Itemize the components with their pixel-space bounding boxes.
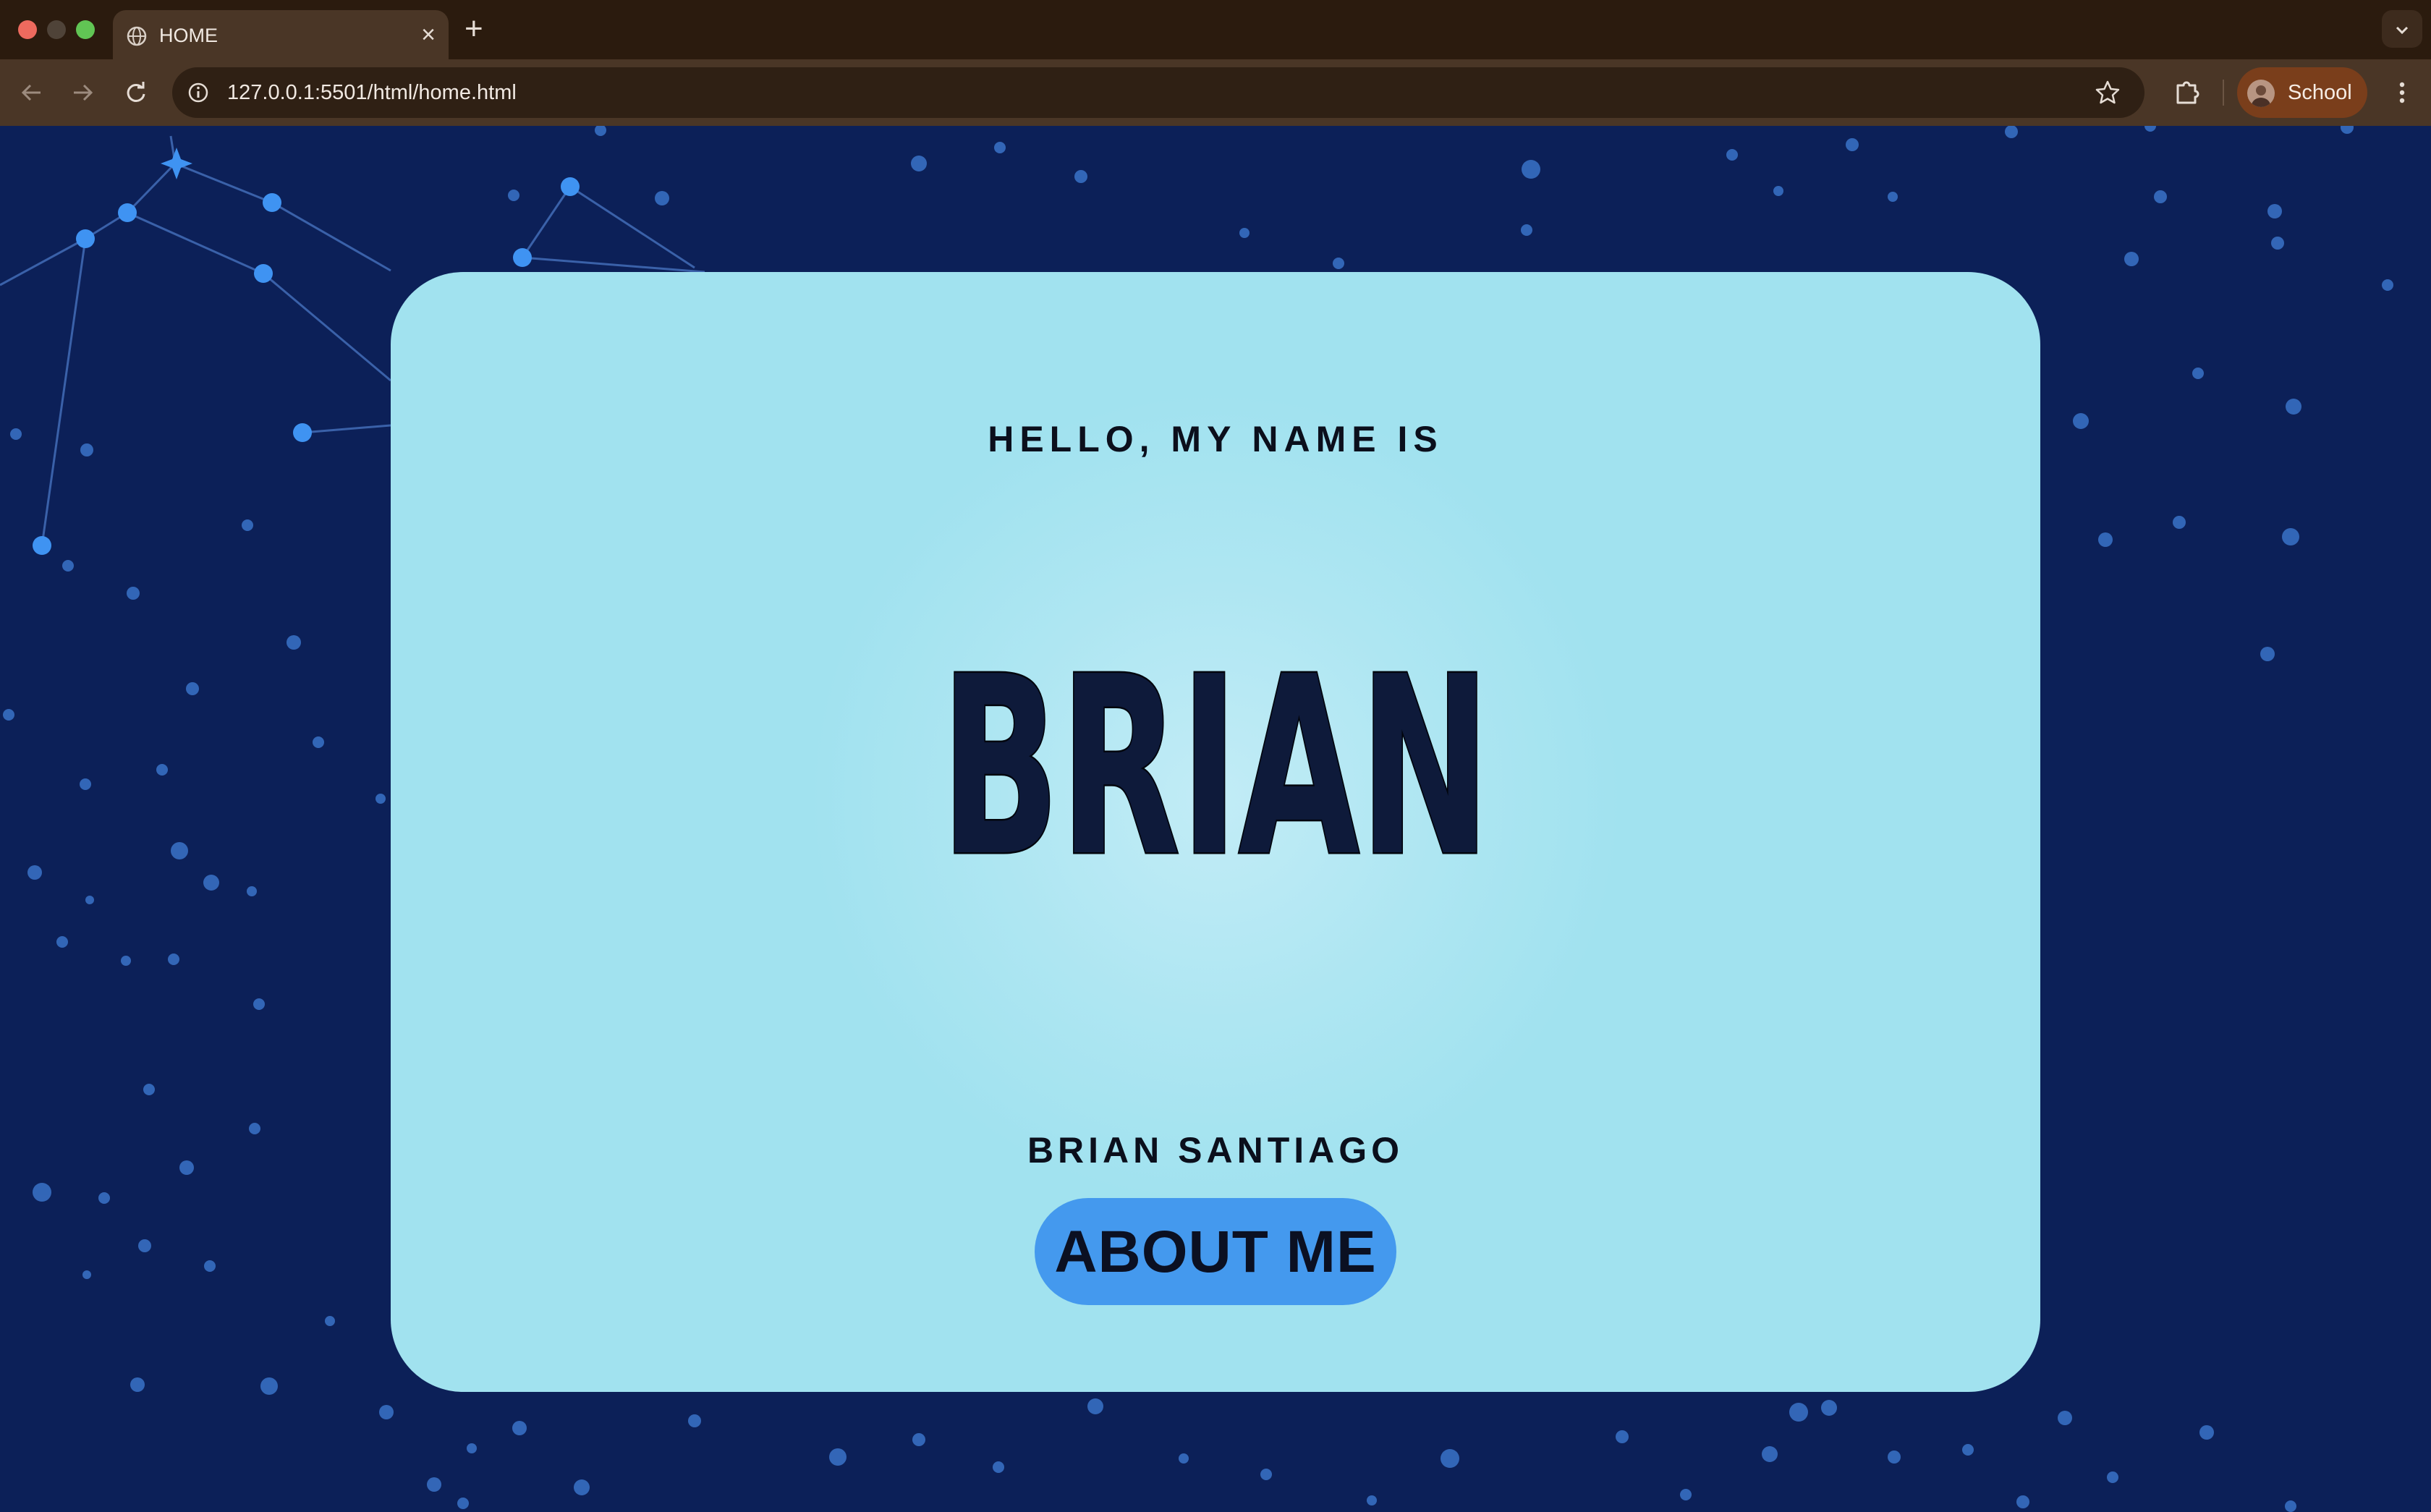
browser-toolbar: 127.0.0.1:5501/html/home.html School <box>0 59 2431 126</box>
forward-button[interactable] <box>67 77 98 109</box>
page-viewport: HELLO, MY NAME IS BRIAN BRIAN SANTIAGO A… <box>0 126 2431 1512</box>
tab-title: HOME <box>159 25 218 46</box>
tab-home[interactable]: HOME × <box>113 10 449 59</box>
name-card: HELLO, MY NAME IS BRIAN BRIAN SANTIAGO A… <box>391 272 2040 1392</box>
toolbar-divider <box>2223 80 2224 106</box>
about-me-button[interactable]: ABOUT ME <box>1035 1198 1396 1305</box>
reload-icon <box>127 82 145 102</box>
url-text[interactable]: 127.0.0.1:5501/html/home.html <box>227 81 517 105</box>
full-name: BRIAN SANTIAGO <box>1027 1130 1404 1171</box>
globe-icon <box>127 26 147 46</box>
reload-button[interactable] <box>120 77 152 109</box>
info-icon[interactable] <box>187 81 210 104</box>
chevron-down-icon <box>2396 26 2409 35</box>
close-icon[interactable]: × <box>421 20 436 49</box>
plus-icon[interactable]: + <box>464 10 483 48</box>
extensions-puzzle-icon[interactable] <box>2171 75 2202 107</box>
profile-button[interactable]: School <box>2237 67 2367 118</box>
address-bar[interactable]: 127.0.0.1:5501/html/home.html <box>172 67 2144 118</box>
profile-name: School <box>2288 81 2352 104</box>
back-button[interactable] <box>16 77 48 109</box>
kebab-menu-icon[interactable] <box>2386 77 2418 109</box>
window-minimize-button[interactable] <box>47 20 66 39</box>
greeting-text: HELLO, MY NAME IS <box>988 419 1443 459</box>
forward-arrow-icon <box>74 84 93 101</box>
back-arrow-icon <box>21 84 41 101</box>
name-display-text: BRIAN <box>941 648 1490 872</box>
name-display: BRIAN <box>939 648 1493 872</box>
bookmark-star-icon[interactable] <box>2094 79 2121 106</box>
tab-strip: HOME × + <box>0 0 2431 59</box>
tab-search-button[interactable] <box>2382 10 2422 48</box>
window-maximize-button[interactable] <box>76 20 95 39</box>
window-close-button[interactable] <box>18 20 37 39</box>
avatar <box>2247 80 2275 107</box>
